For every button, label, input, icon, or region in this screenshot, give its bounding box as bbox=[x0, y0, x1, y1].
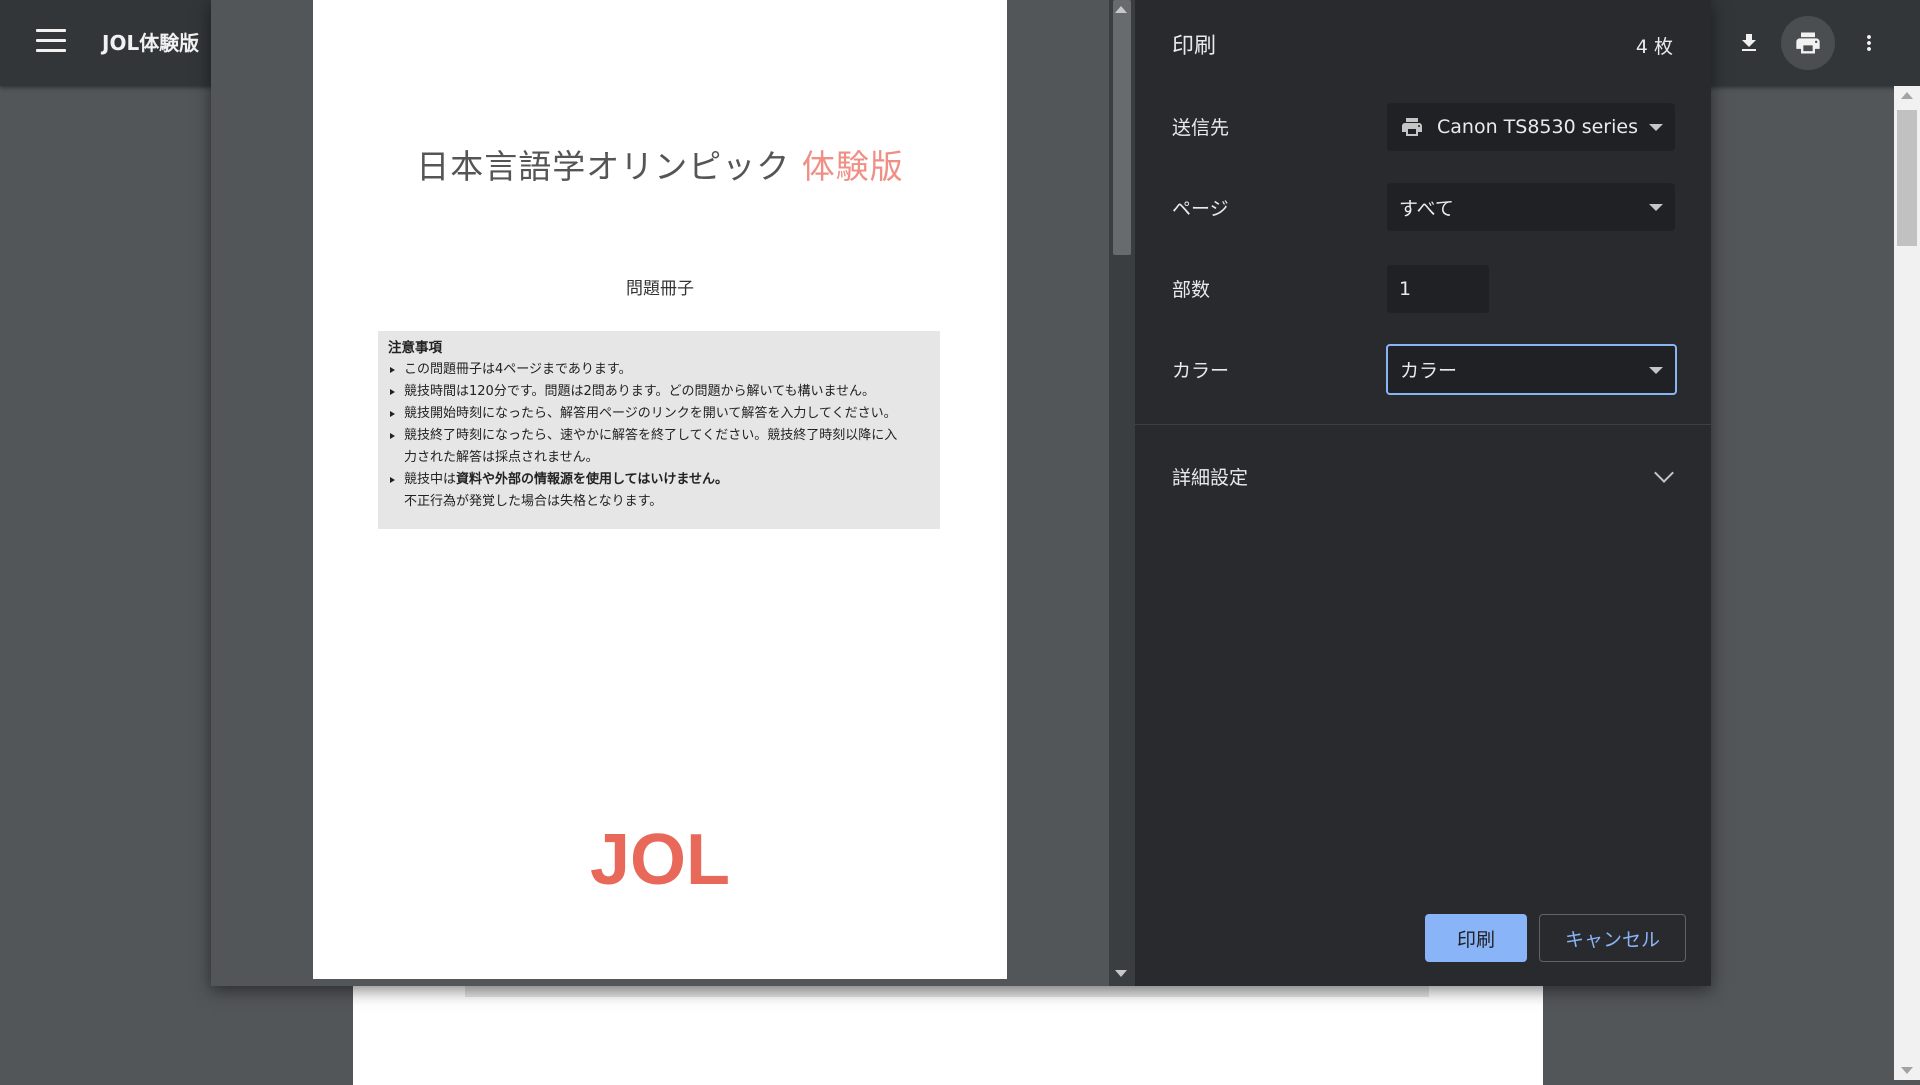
background-page bbox=[353, 985, 1543, 1085]
print-title: 印刷 bbox=[1172, 34, 1217, 59]
notice-item: 競技中は資料や外部の情報源を使用してはいけません。 bbox=[388, 469, 930, 491]
print-settings-panel: 印刷 4 枚 送信先 Canon TS8530 series ページ すべて 部… bbox=[1135, 0, 1711, 986]
notice-item: この問題冊子は4ページまであります。 bbox=[388, 359, 930, 381]
jol-logo-text: JOL bbox=[590, 822, 730, 894]
print-icon[interactable] bbox=[1781, 16, 1835, 70]
jol-logo: JOL bbox=[313, 820, 1007, 900]
printer-icon bbox=[1402, 118, 1422, 136]
print-dialog: 日本言語学オリンピック 体験版 問題冊子 注意事項 この問題冊子は4ページまであ… bbox=[211, 0, 1711, 986]
preview-scroll-up-icon[interactable] bbox=[1115, 6, 1127, 13]
notice-heading: 注意事項 bbox=[388, 340, 442, 356]
preview-page: 日本言語学オリンピック 体験版 問題冊子 注意事項 この問題冊子は4ページまであ… bbox=[313, 0, 1007, 979]
more-vert-icon[interactable] bbox=[1848, 22, 1890, 64]
viewer-title: JOL体験版 bbox=[102, 31, 200, 55]
document-subtitle: 問題冊子 bbox=[626, 279, 694, 299]
color-label: カラー bbox=[1172, 360, 1230, 382]
notice-item-bold: 資料や外部の情報源を使用してはいけません。 bbox=[456, 472, 728, 487]
background-page-divider bbox=[465, 985, 1429, 997]
document-title: 日本言語学オリンピック 体験版 bbox=[313, 140, 1007, 188]
notice-item: 競技時間は120分です。問題は2問あります。どの問題から解いても構いません。 bbox=[388, 381, 930, 403]
color-select[interactable]: カラー bbox=[1386, 344, 1677, 395]
download-icon[interactable] bbox=[1728, 22, 1770, 64]
advanced-settings-label[interactable]: 詳細設定 bbox=[1172, 463, 1248, 490]
color-value: カラー bbox=[1400, 360, 1458, 382]
expand-chevron-icon[interactable] bbox=[1654, 463, 1674, 483]
notice-item: 競技開始時刻になったら、解答用ページのリンクを開いて解答を入力してください。 bbox=[388, 403, 930, 425]
cancel-button[interactable]: キャンセル bbox=[1539, 914, 1686, 962]
notice-item: 競技終了時刻になったら、速やかに解答を終了してください。競技終了時刻以降に入 bbox=[388, 425, 930, 447]
print-preview: 日本言語学オリンピック 体験版 問題冊子 注意事項 この問題冊子は4ページまであ… bbox=[211, 0, 1135, 986]
pages-select[interactable]: すべて bbox=[1387, 183, 1675, 231]
destination-select[interactable]: Canon TS8530 series bbox=[1387, 103, 1675, 151]
scroll-up-arrow-icon[interactable] bbox=[1901, 92, 1913, 99]
document-title-main: 日本言語学オリンピック bbox=[416, 147, 791, 186]
scroll-down-arrow-icon[interactable] bbox=[1901, 1067, 1913, 1074]
destination-value: Canon TS8530 series bbox=[1437, 116, 1638, 138]
notice-item-continued: 不正行為が発覚した場合は失格となります。 bbox=[404, 494, 663, 509]
copies-input[interactable]: 1 bbox=[1387, 265, 1489, 313]
settings-divider bbox=[1135, 424, 1711, 425]
chevron-down-icon bbox=[1649, 367, 1663, 374]
destination-label: 送信先 bbox=[1172, 117, 1230, 139]
pages-value: すべて bbox=[1399, 197, 1454, 220]
notice-item-text: 競技中は bbox=[404, 472, 457, 487]
document-title-accent: 体験版 bbox=[801, 147, 904, 186]
print-button[interactable]: 印刷 bbox=[1425, 914, 1527, 962]
copies-label: 部数 bbox=[1172, 279, 1211, 301]
preview-scrollbar-thumb[interactable] bbox=[1113, 0, 1131, 255]
menu-icon[interactable] bbox=[36, 29, 66, 55]
preview-scroll-down-icon[interactable] bbox=[1115, 970, 1127, 977]
sheet-count: 4 枚 bbox=[1635, 36, 1673, 58]
chevron-down-icon bbox=[1649, 124, 1663, 131]
chevron-down-icon bbox=[1649, 204, 1663, 211]
notice-item-continued: 力された解答は採点されません。 bbox=[404, 450, 599, 465]
notice-box: 注意事項 この問題冊子は4ページまであります。 競技時間は120分です。問題は2… bbox=[378, 331, 940, 529]
viewer-scrollbar-thumb[interactable] bbox=[1897, 110, 1917, 246]
pages-label: ページ bbox=[1172, 198, 1229, 220]
